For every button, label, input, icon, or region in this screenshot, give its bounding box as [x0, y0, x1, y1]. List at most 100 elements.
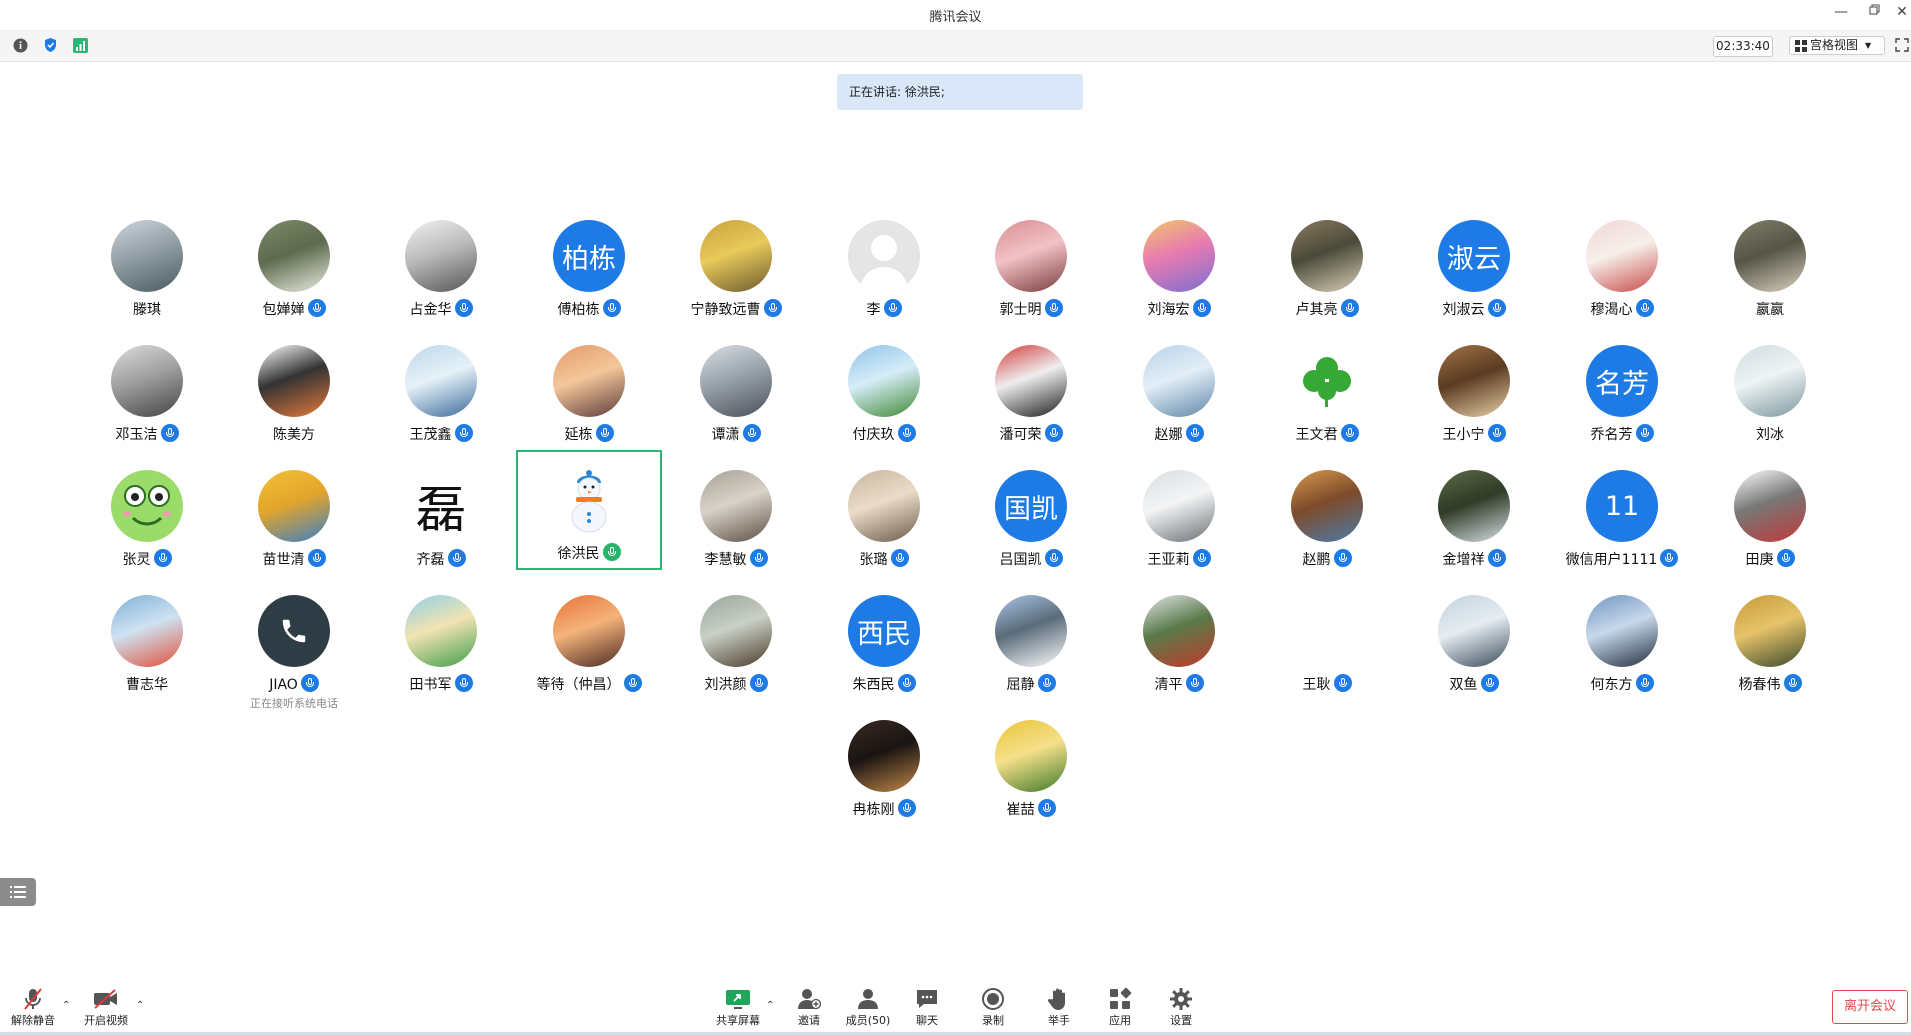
- invite-button[interactable]: 邀请: [779, 980, 839, 1032]
- participant-name: 田书军: [409, 677, 452, 693]
- participant-tile[interactable]: 柏栋 傅柏栋: [516, 208, 662, 328]
- participant-tile[interactable]: 李慧敏: [663, 458, 809, 578]
- mic-icon: [447, 549, 466, 567]
- minimize-icon[interactable]: —: [1831, 4, 1851, 20]
- participant-tile[interactable]: 谭潇: [663, 333, 809, 453]
- shield-icon[interactable]: [42, 37, 58, 53]
- participant-tile[interactable]: 11 微信用户1111: [1549, 458, 1695, 578]
- leave-meeting-button[interactable]: 离开会议: [1832, 990, 1908, 1024]
- participant-tile[interactable]: JIAO 正在接听系统电话: [221, 583, 367, 710]
- participant-tile[interactable]: 田书军: [368, 583, 514, 703]
- participant-tile[interactable]: 淑云 刘淑云: [1401, 208, 1547, 328]
- participant-tile[interactable]: 刘海宏: [1106, 208, 1252, 328]
- participant-tile[interactable]: 名芳 乔名芳: [1549, 333, 1695, 453]
- participant-name: 李: [866, 302, 881, 318]
- participant-tile-active[interactable]: 徐洪民: [516, 450, 662, 570]
- participant-tile[interactable]: 滕琪: [74, 208, 220, 328]
- participant-tile[interactable]: 冉栋刚: [811, 708, 957, 828]
- signal-icon[interactable]: [72, 37, 88, 53]
- participant-tile[interactable]: 张灵: [74, 458, 220, 578]
- members-button[interactable]: 成员(50): [838, 980, 898, 1032]
- participant-tile[interactable]: 王耿: [1254, 583, 1400, 703]
- record-button[interactable]: 录制: [963, 980, 1023, 1032]
- participant-tile[interactable]: 郭士明: [958, 208, 1104, 328]
- close-icon[interactable]: ✕: [1892, 4, 1911, 20]
- start-video-button[interactable]: 开启视频: [76, 980, 136, 1032]
- participant-tile[interactable]: 王文君: [1254, 333, 1400, 453]
- participant-tile[interactable]: 邓玉洁: [74, 333, 220, 453]
- chat-button[interactable]: 聊天: [897, 980, 957, 1032]
- participant-tile[interactable]: 刘冰: [1697, 333, 1843, 453]
- participant-name: 付庆玖: [852, 427, 895, 443]
- participant-name: 赵鹏: [1302, 552, 1331, 568]
- participant-tile[interactable]: 刘洪颜: [663, 583, 809, 703]
- participant-name-line: 付庆玖: [811, 424, 957, 444]
- participant-tile[interactable]: 苗世清: [221, 458, 367, 578]
- info-icon[interactable]: [12, 37, 28, 53]
- participant-tile[interactable]: 何东方: [1549, 583, 1695, 703]
- share-options-caret-icon[interactable]: ⌃: [766, 1000, 774, 1011]
- avatar-initials: 淑云: [1447, 243, 1501, 275]
- participant-name-line: 屈静: [958, 674, 1104, 694]
- phone-icon: [282, 619, 306, 643]
- participant-avatar: [1734, 595, 1806, 667]
- grid-view-dropdown[interactable]: 宫格视图 ▼: [1789, 36, 1885, 55]
- participant-name: 李慧敏: [704, 552, 747, 568]
- participant-name-line: 谭潇: [663, 424, 809, 444]
- apps-button[interactable]: 应用: [1090, 980, 1150, 1032]
- participant-avatar: [700, 470, 772, 542]
- participant-tile[interactable]: 等待（仲昌）: [516, 583, 662, 703]
- participant-tile[interactable]: 宁静致远曹: [663, 208, 809, 328]
- video-options-caret-icon[interactable]: ⌃: [136, 1000, 144, 1011]
- participant-tile[interactable]: 清平: [1106, 583, 1252, 703]
- participant-avatar: [1734, 345, 1806, 417]
- participant-name-line: 吕国凯: [958, 549, 1104, 569]
- participant-tile[interactable]: 延栋: [516, 333, 662, 453]
- participant-tile[interactable]: 陈美方: [221, 333, 367, 453]
- apps-icon: [1110, 987, 1132, 1009]
- participant-name: 王小宁: [1442, 427, 1485, 443]
- speaking-banner: 正在讲话: 徐洪民;: [837, 74, 1083, 110]
- participant-tile[interactable]: 穆渴心: [1549, 208, 1695, 328]
- participant-name: 邓玉洁: [115, 427, 158, 443]
- participant-tile[interactable]: 潘可荣: [958, 333, 1104, 453]
- share-screen-button[interactable]: 共享屏幕: [708, 980, 768, 1032]
- participant-tile[interactable]: 赵娜: [1106, 333, 1252, 453]
- settings-button[interactable]: 设置: [1151, 980, 1211, 1032]
- participant-tile[interactable]: 嬴嬴: [1697, 208, 1843, 328]
- audio-options-caret-icon[interactable]: ⌃: [62, 1000, 70, 1011]
- unmute-button[interactable]: 解除静音: [3, 980, 63, 1032]
- participant-tile[interactable]: 曹志华: [74, 583, 220, 703]
- participant-tile[interactable]: 王茂鑫: [368, 333, 514, 453]
- participant-tile[interactable]: 磊齐磊: [368, 458, 514, 578]
- participant-tile[interactable]: 李: [811, 208, 957, 328]
- participant-tile[interactable]: 占金华: [368, 208, 514, 328]
- raise-hand-button[interactable]: 举手: [1029, 980, 1089, 1032]
- mic-icon: [763, 299, 782, 317]
- fullscreen-icon[interactable]: [1894, 37, 1910, 53]
- participant-tile[interactable]: 王小宁: [1401, 333, 1547, 453]
- participant-tile[interactable]: 双鱼: [1401, 583, 1547, 703]
- participant-tile[interactable]: 屈静: [958, 583, 1104, 703]
- participant-tile[interactable]: 田庚: [1697, 458, 1843, 578]
- mic-icon: [1340, 424, 1359, 442]
- restore-icon[interactable]: [1865, 4, 1885, 20]
- record-icon: [982, 988, 1004, 1010]
- participant-tile[interactable]: 金增祥: [1401, 458, 1547, 578]
- participant-tile[interactable]: 王亚莉: [1106, 458, 1252, 578]
- participant-tile[interactable]: 西民 朱西民: [811, 583, 957, 703]
- hand-icon: [1048, 988, 1065, 1010]
- participant-tile[interactable]: 包婵婵: [221, 208, 367, 328]
- participant-tile[interactable]: 付庆玖: [811, 333, 957, 453]
- participant-tile[interactable]: 国凯 吕国凯: [958, 458, 1104, 578]
- participant-tile[interactable]: 杨春伟: [1697, 583, 1843, 703]
- participant-avatar: [553, 464, 625, 536]
- participant-tile[interactable]: 赵鹏: [1254, 458, 1400, 578]
- participant-tile[interactable]: 卢其亮: [1254, 208, 1400, 328]
- participant-name-line: 等待（仲昌）: [516, 674, 662, 694]
- participant-list-toggle[interactable]: [0, 878, 36, 906]
- participant-tile[interactable]: 崔喆: [958, 708, 1104, 828]
- participant-name-line: 滕琪: [74, 299, 220, 319]
- participant-tile[interactable]: 张璐: [811, 458, 957, 578]
- participant-name-line: 占金华: [368, 299, 514, 319]
